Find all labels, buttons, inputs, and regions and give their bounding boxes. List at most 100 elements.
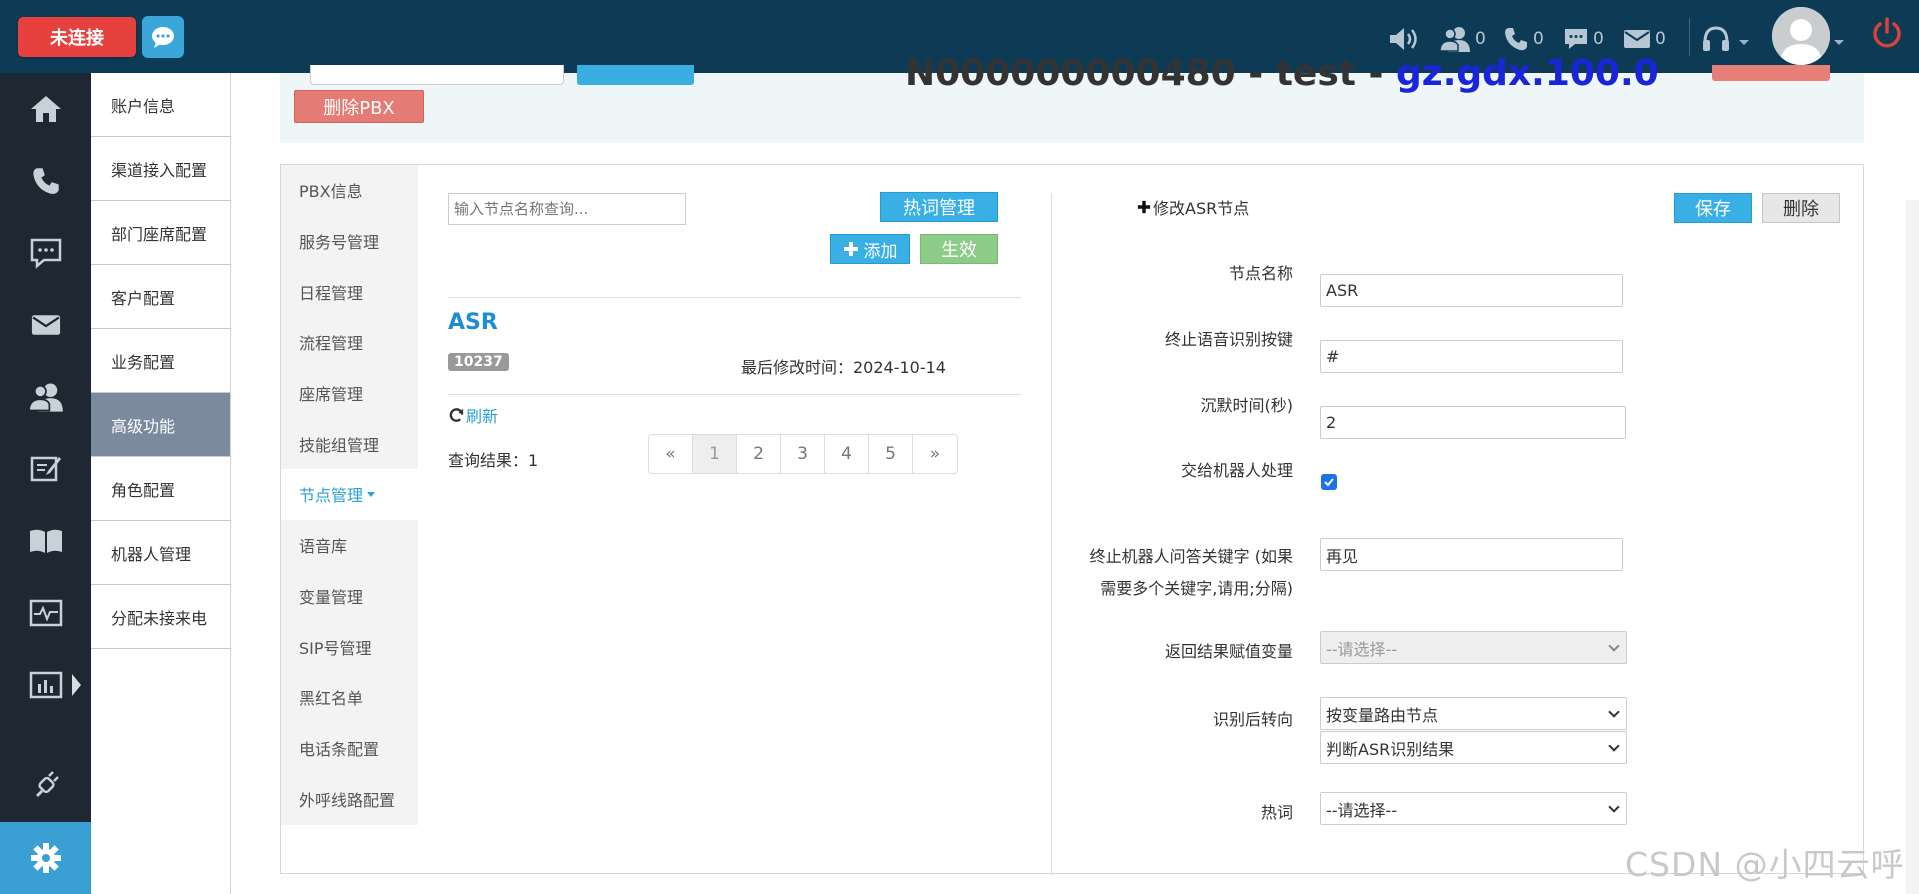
chat-icon[interactable] bbox=[142, 16, 184, 58]
submenu-item[interactable]: 分配未接来电 bbox=[91, 585, 230, 649]
scrollbar[interactable] bbox=[1906, 200, 1919, 894]
stop-keywords-input[interactable] bbox=[1320, 538, 1623, 571]
after-recog-select[interactable]: 按变量路由节点 bbox=[1320, 697, 1627, 730]
avatar-menu[interactable] bbox=[1834, 24, 1844, 54]
delete-pbx-button[interactable]: 删除PBX bbox=[294, 90, 424, 123]
chevron-down-icon bbox=[1608, 640, 1620, 652]
connection-status-button[interactable]: 未连接 bbox=[18, 17, 136, 57]
stop-key-input[interactable] bbox=[1320, 340, 1623, 373]
tab-voice-library[interactable]: 语音库 bbox=[281, 520, 418, 571]
submenu-item[interactable]: 账户信息 bbox=[91, 73, 230, 137]
save-button[interactable]: 保存 bbox=[1674, 193, 1752, 223]
after-recog-target-select[interactable]: 判断ASR识别结果 bbox=[1320, 731, 1627, 764]
page-title-domain: gz.gdx.100.0 bbox=[1396, 53, 1659, 94]
result-var-select[interactable]: --请选择-- bbox=[1320, 631, 1627, 664]
tab-flow[interactable]: 流程管理 bbox=[281, 317, 418, 368]
to-robot-checkbox[interactable] bbox=[1321, 474, 1337, 490]
page-3[interactable]: 3 bbox=[781, 435, 825, 473]
users-icon bbox=[1439, 27, 1470, 52]
volume-icon[interactable] bbox=[1388, 24, 1422, 54]
calls-count[interactable]: 0 bbox=[1503, 24, 1544, 54]
tab-schedule[interactable]: 日程管理 bbox=[281, 266, 418, 317]
page-title: N000000000480 - test - gz.gdx.100.0 bbox=[905, 53, 1659, 94]
tab-blacklist[interactable]: 黑红名单 bbox=[281, 672, 418, 723]
tab-outbound-lines[interactable]: 外呼线路配置 bbox=[281, 773, 418, 824]
tab-service-number[interactable]: 服务号管理 bbox=[281, 216, 418, 267]
hot-words-value: --请选择-- bbox=[1326, 800, 1398, 820]
tab-node-management-label: 节点管理 bbox=[299, 486, 364, 506]
divider bbox=[448, 297, 1021, 298]
submenu-item-active[interactable]: 高级功能 bbox=[91, 393, 230, 457]
mail-count-value: 0 bbox=[1655, 29, 1666, 49]
submenu-item[interactable]: 渠道接入配置 bbox=[91, 137, 230, 201]
book-icon[interactable] bbox=[0, 505, 91, 577]
monitor-icon[interactable] bbox=[0, 577, 91, 649]
mail-icon[interactable] bbox=[0, 289, 91, 361]
hot-words-select[interactable]: --请选择-- bbox=[1320, 792, 1627, 825]
messages-count[interactable]: 0 bbox=[1563, 24, 1604, 54]
page-prev[interactable]: « bbox=[649, 435, 693, 473]
tab-phonebar[interactable]: 电话条配置 bbox=[281, 723, 418, 774]
silence-input[interactable] bbox=[1320, 406, 1626, 439]
checkmark-icon bbox=[1324, 478, 1334, 487]
chat-icon[interactable] bbox=[0, 217, 91, 289]
avatar[interactable] bbox=[1772, 7, 1830, 65]
tab-sip[interactable]: SIP号管理 bbox=[281, 621, 418, 672]
pbx-search-input[interactable] bbox=[310, 65, 564, 85]
stop-keywords-label-1: 终止机器人问答关键字 (如果 bbox=[1089, 547, 1293, 566]
pbx-tabs: PBX信息 服务号管理 日程管理 流程管理 座席管理 技能组管理 节点管理 语音… bbox=[281, 165, 418, 825]
plug-icon[interactable] bbox=[0, 749, 91, 821]
tab-pbx-info[interactable]: PBX信息 bbox=[281, 165, 418, 216]
page-4[interactable]: 4 bbox=[825, 435, 869, 473]
refresh-link[interactable]: 刷新 bbox=[448, 403, 498, 427]
expand-arrow-icon[interactable] bbox=[72, 674, 81, 696]
submenu-item[interactable]: 业务配置 bbox=[91, 329, 230, 393]
header-red-button[interactable] bbox=[1712, 65, 1830, 81]
after-recog-label: 识别后转向 bbox=[1212, 710, 1293, 729]
after-recog-value: 按变量路由节点 bbox=[1326, 705, 1439, 725]
home-icon[interactable] bbox=[0, 73, 91, 145]
main-card: PBX信息 服务号管理 日程管理 流程管理 座席管理 技能组管理 节点管理 语音… bbox=[280, 164, 1864, 875]
hot-words-button[interactable]: 热词管理 bbox=[880, 192, 998, 222]
plus-icon bbox=[843, 242, 858, 256]
add-node-label: 添加 bbox=[863, 241, 898, 262]
delete-button[interactable]: 删除 bbox=[1762, 193, 1840, 223]
result-var-value: --请选择-- bbox=[1326, 639, 1398, 659]
gear-icon[interactable] bbox=[0, 822, 91, 894]
agents-count[interactable]: 0 bbox=[1439, 24, 1486, 54]
page-next[interactable]: » bbox=[913, 435, 957, 473]
headset-icon bbox=[1703, 26, 1729, 51]
tab-node-management[interactable]: 节点管理 bbox=[281, 469, 418, 520]
power-icon[interactable] bbox=[1870, 17, 1904, 48]
submenu-item[interactable]: 客户配置 bbox=[91, 265, 230, 329]
tab-skill-group[interactable]: 技能组管理 bbox=[281, 418, 418, 469]
node-id-badge: 10237 bbox=[448, 353, 509, 371]
apply-button[interactable]: 生效 bbox=[920, 234, 998, 264]
submenu-item[interactable]: 角色配置 bbox=[91, 457, 230, 521]
page-1[interactable]: 1 bbox=[693, 435, 737, 473]
add-node-button[interactable]: 添加 bbox=[830, 234, 910, 264]
stop-key-label: 终止语音识别按键 bbox=[1164, 330, 1293, 349]
node-name-link[interactable]: ASR bbox=[448, 310, 498, 335]
tab-variables[interactable]: 变量管理 bbox=[281, 571, 418, 622]
node-last-modified: 最后修改时间：2024-10-14 bbox=[741, 358, 946, 377]
message-icon bbox=[1565, 29, 1587, 49]
phone-icon[interactable] bbox=[0, 145, 91, 217]
submenu-item[interactable]: 部门座席配置 bbox=[91, 201, 230, 265]
edit-icon[interactable] bbox=[0, 433, 91, 505]
node-search-input[interactable] bbox=[448, 193, 686, 225]
submenu-item[interactable]: 机器人管理 bbox=[91, 521, 230, 585]
headset-menu[interactable] bbox=[1701, 24, 1749, 54]
page-5[interactable]: 5 bbox=[869, 435, 913, 473]
users-icon[interactable] bbox=[0, 361, 91, 433]
icon-rail bbox=[0, 73, 91, 894]
tab-seats[interactable]: 座席管理 bbox=[281, 368, 418, 419]
silence-label: 沉默时间(秒) bbox=[1200, 396, 1294, 415]
chevron-down-icon bbox=[1608, 801, 1620, 813]
mail-count[interactable]: 0 bbox=[1623, 24, 1666, 54]
hot-words-label: 热词 bbox=[1260, 803, 1293, 822]
node-name-input[interactable] bbox=[1320, 274, 1623, 307]
header-blue-button[interactable] bbox=[577, 65, 694, 85]
agents-count-value: 0 bbox=[1475, 29, 1486, 49]
page-2[interactable]: 2 bbox=[737, 435, 781, 473]
